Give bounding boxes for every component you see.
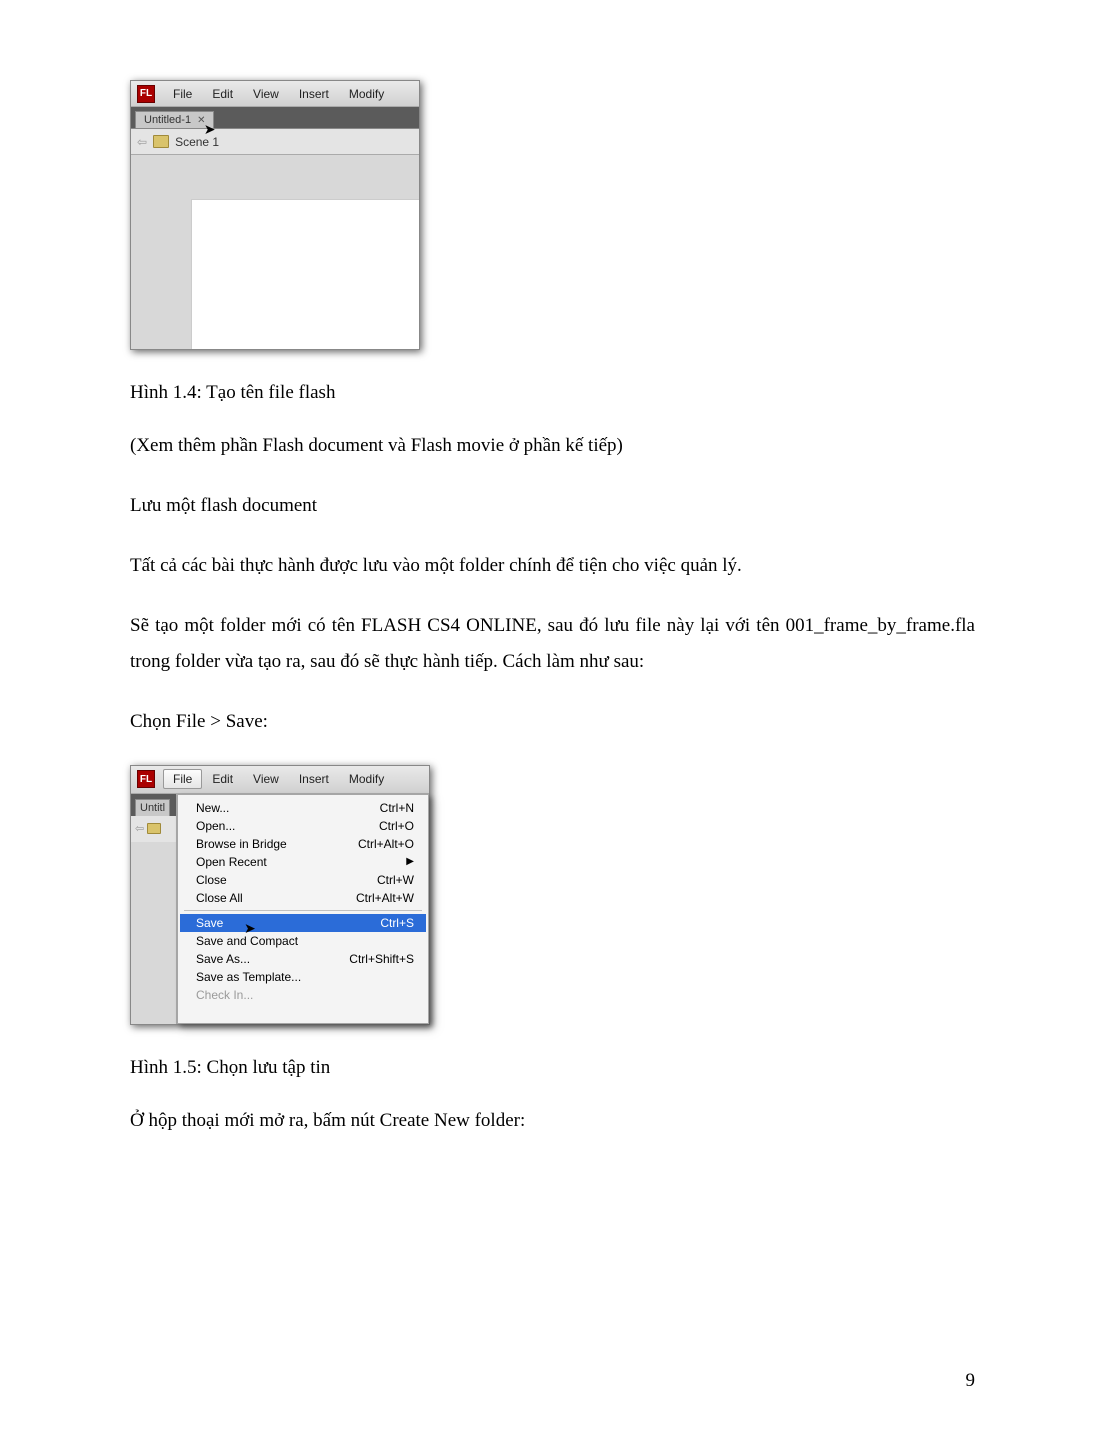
menu-item-shortcut: Ctrl+S xyxy=(352,916,414,930)
app-logo-icon: FL xyxy=(137,85,155,103)
menu-item-save[interactable]: SaveCtrl+S➤ xyxy=(180,914,426,932)
file-dropdown-menu: New... Ctrl+N Open... Ctrl+O Browse in Bridg… xyxy=(177,794,429,1024)
menu-item-check-in: Check In... xyxy=(180,986,426,1004)
menu-item-label: Save As... xyxy=(196,952,250,966)
stage-pasteboard xyxy=(131,155,419,349)
menu-item-browse-in-bridge[interactable]: Browse in Bridge Ctrl+Alt+O xyxy=(180,835,426,853)
back-arrow-icon[interactable]: ⇦ xyxy=(135,822,144,835)
menu-modify[interactable]: Modify xyxy=(339,84,394,104)
menu-item-label: Check In... xyxy=(196,988,253,1002)
menubar: FL File Edit View Insert Modify xyxy=(131,81,419,107)
menu-item-shortcut: Ctrl+O xyxy=(351,819,414,833)
menu-item-label: Save xyxy=(196,916,223,930)
paragraph-5: Chọn File > Save: xyxy=(130,704,975,740)
menu-item-label: Browse in Bridge xyxy=(196,837,287,851)
menu-separator xyxy=(184,910,422,911)
menu-view[interactable]: View xyxy=(243,84,289,104)
back-arrow-icon[interactable]: ⇦ xyxy=(137,135,147,149)
scene-icon xyxy=(147,823,161,834)
menu-modify[interactable]: Modify xyxy=(339,769,394,789)
screenshot-flash-window: FL File Edit View Insert Modify Untitled… xyxy=(130,80,420,350)
document-tab-truncated[interactable]: Untitl xyxy=(135,799,170,816)
menu-item-label: Open Recent xyxy=(196,855,267,869)
scene-breadcrumb: ⇦ Scene 1 xyxy=(131,129,419,155)
menu-insert[interactable]: Insert xyxy=(289,769,339,789)
menu-file[interactable]: File xyxy=(163,84,202,104)
document-page: FL File Edit View Insert Modify Untitled… xyxy=(0,0,1105,1223)
menu-edit[interactable]: Edit xyxy=(202,769,243,789)
menu-item-shortcut: Ctrl+Alt+O xyxy=(330,837,414,851)
scene-label: Scene 1 xyxy=(175,135,219,149)
menu-item-shortcut: Ctrl+W xyxy=(349,873,414,887)
menu-item-label: Open... xyxy=(196,819,235,833)
menu-file-selected[interactable]: File xyxy=(163,769,202,789)
menu-insert[interactable]: Insert xyxy=(289,84,339,104)
menu-item-shortcut: Ctrl+Alt+W xyxy=(328,891,414,905)
document-tab-bar: Untitled-1 ✕ ➤ xyxy=(131,107,419,129)
left-strip: Untitl ⇦ xyxy=(131,794,177,1024)
menu-item-new[interactable]: New... Ctrl+N xyxy=(180,799,426,817)
app-logo-icon: FL xyxy=(137,770,155,788)
paragraph-2: Lưu một flash document xyxy=(130,488,975,524)
page-number: 9 xyxy=(966,1370,976,1392)
menubar-2: FL File Edit View Insert Modify xyxy=(131,766,429,794)
paragraph-3: Tất cả các bài thực hành được lưu vào mộ… xyxy=(130,548,975,584)
menu-item-save-and-compact[interactable]: Save and Compact xyxy=(180,932,426,950)
submenu-arrow-icon: ▶ xyxy=(398,856,414,867)
close-icon[interactable]: ✕ xyxy=(197,115,205,126)
menu-view[interactable]: View xyxy=(243,769,289,789)
menu-item-open[interactable]: Open... Ctrl+O xyxy=(180,817,426,835)
document-tab[interactable]: Untitled-1 ✕ ➤ xyxy=(135,111,214,128)
figure-caption-2: Hình 1.5: Chọn lưu tập tin xyxy=(130,1057,975,1079)
figure-caption-1: Hình 1.4: Tạo tên file flash xyxy=(130,382,975,404)
menu-item-label: Save and Compact xyxy=(196,934,298,948)
menu-item-close[interactable]: Close Ctrl+W xyxy=(180,871,426,889)
menu-item-open-recent[interactable]: Open Recent ▶ xyxy=(180,853,426,871)
menu-item-save-as-template[interactable]: Save as Template... xyxy=(180,968,426,986)
paragraph-1: (Xem thêm phần Flash document và Flash m… xyxy=(130,428,975,464)
paragraph-4: Sẽ tạo một folder mới có tên FLASH CS4 O… xyxy=(130,608,975,680)
document-tab-label: Untitled-1 xyxy=(144,114,191,126)
breadcrumb-strip: ⇦ xyxy=(131,816,176,842)
menu-item-label: Save as Template... xyxy=(196,970,301,984)
menu-item-label: Close xyxy=(196,873,227,887)
stage-canvas xyxy=(191,199,419,349)
menu-item-label: New... xyxy=(196,801,229,815)
menu-item-save-as[interactable]: Save As... Ctrl+Shift+S xyxy=(180,950,426,968)
screenshot-2-body: Untitl ⇦ New... Ctrl+N Open... Ctrl+O Browse… xyxy=(131,794,429,1024)
menu-item-shortcut: Ctrl+Shift+S xyxy=(321,952,414,966)
menu-edit[interactable]: Edit xyxy=(202,84,243,104)
menu-item-label: Close All xyxy=(196,891,243,905)
scene-icon xyxy=(153,135,169,148)
document-tab-bar-2: Untitl xyxy=(131,794,176,816)
menu-item-shortcut: Ctrl+N xyxy=(352,801,414,815)
menu-item-close-all[interactable]: Close All Ctrl+Alt+W xyxy=(180,889,426,907)
screenshot-file-menu: FL File Edit View Insert Modify Untitl ⇦… xyxy=(130,765,430,1025)
paragraph-6: Ở hộp thoại mới mở ra, bấm nút Create Ne… xyxy=(130,1103,975,1139)
